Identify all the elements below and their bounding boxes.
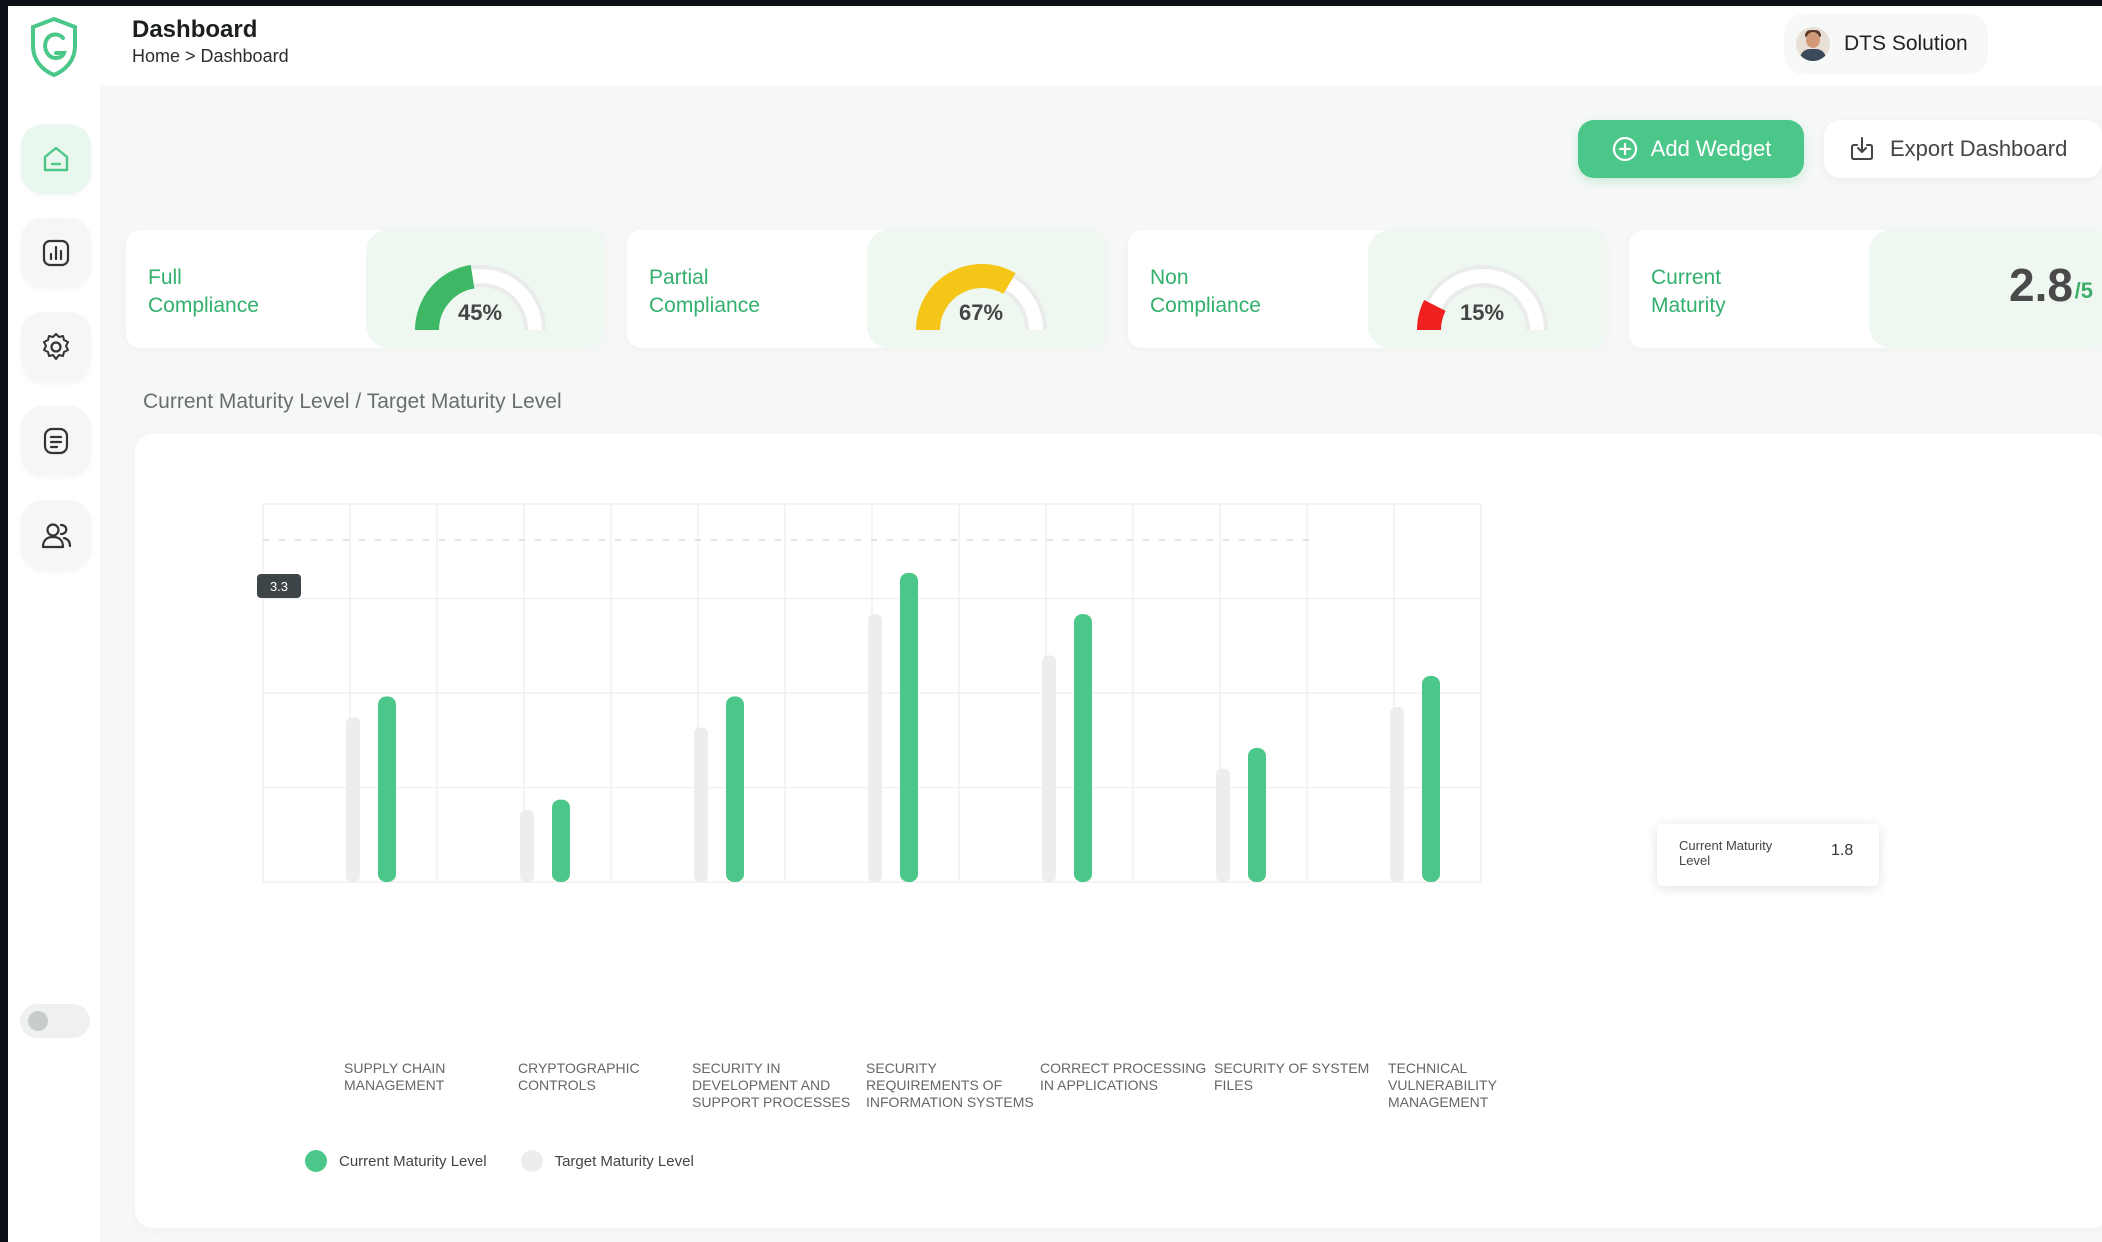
y-marker-label: 3.3	[257, 574, 301, 598]
x-axis-label: SUPPLY CHAIN MANAGEMENT	[344, 1060, 446, 1093]
gauge-value: 15%	[1460, 300, 1505, 325]
add-widget-label: Add Wedget	[1650, 136, 1772, 161]
app-window: Dashboard Home > Dashboard DTS Solution …	[8, 6, 2102, 1242]
current-maturity-card[interactable]: Current Maturity 2.8 /5	[1629, 230, 2102, 348]
plus-circle-icon	[1612, 136, 1637, 162]
legend-label-current: Current Maturity Level	[339, 1152, 487, 1170]
tooltip-value: 1.8	[1831, 842, 1854, 859]
chart-icon	[42, 239, 70, 267]
full-compliance-card[interactable]: Full Compliance 45%	[126, 230, 604, 348]
chart-legend: Current Maturity Level Target Maturity L…	[305, 1150, 714, 1172]
gauge-panel: 67%	[867, 230, 1105, 348]
legend-label-target: Target Maturity Level	[554, 1152, 694, 1170]
maturity-unit: /5	[2074, 278, 2093, 303]
x-axis-label: CORRECT PROCESSING IN APPLICATIONS	[1040, 1060, 1207, 1093]
gauge-value: 67%	[959, 300, 1004, 325]
maturity-chart-card: 3.3 SUPPLY CHAIN MANAGEMENT CRYPTOGRAPHIC…	[135, 434, 2102, 1228]
gauge-value: 45%	[458, 300, 503, 325]
document-icon	[43, 427, 69, 455]
user-name: DTS Solution	[1844, 32, 1968, 55]
home-icon	[43, 146, 69, 172]
card-label: Full Compliance	[148, 266, 259, 317]
card-label: Non Compliance	[1150, 266, 1261, 317]
add-widget-button[interactable]: Add Wedget	[1578, 120, 1804, 178]
header: Dashboard Home > Dashboard DTS Solution	[100, 6, 2102, 86]
card-label: Partial Compliance	[649, 266, 760, 317]
gear-icon	[43, 333, 69, 360]
toggle-knob	[28, 1011, 48, 1031]
bar-current[interactable]	[1422, 675, 1440, 882]
user-menu[interactable]: DTS Solution	[1784, 14, 1988, 74]
legend-item-target[interactable]: Target Maturity Level	[520, 1150, 694, 1172]
gauge-panel: 15%	[1368, 230, 1606, 348]
partial-compliance-card[interactable]: Partial Compliance 67%	[627, 230, 1105, 348]
x-axis-label: SECURITY REQUIREMENTS OF INFORMATION SYS…	[866, 1060, 1034, 1110]
breadcrumb[interactable]: Home > Dashboard	[132, 46, 289, 67]
sidebar	[8, 6, 100, 1242]
shield-logo-icon[interactable]	[28, 16, 80, 78]
legend-swatch-target	[520, 1150, 543, 1172]
x-axis-label: SECURITY IN DEVELOPMENT AND SUPPORT PROC…	[692, 1060, 851, 1110]
x-axis-label: SECURITY OF SYSTEM FILES	[1214, 1060, 1370, 1093]
avatar	[1796, 27, 1830, 61]
bar-target[interactable]	[868, 614, 882, 882]
sidebar-item-home[interactable]	[21, 124, 91, 194]
tooltip-label: Current Maturity Level	[1679, 838, 1773, 868]
bar-target[interactable]	[1216, 768, 1230, 882]
export-dashboard-label: Export Dashboard	[1890, 136, 2068, 161]
legend-swatch-current	[305, 1150, 327, 1172]
non-compliance-card[interactable]: Non Compliance 15%	[1128, 230, 1606, 348]
theme-toggle[interactable]	[20, 1004, 90, 1038]
export-dashboard-button[interactable]: Export Dashboard	[1824, 120, 2102, 178]
bar-current[interactable]	[1248, 748, 1266, 882]
gauge-panel: 45%	[366, 230, 604, 348]
x-axis-label: CRYPTOGRAPHIC CONTROLS	[518, 1060, 640, 1093]
sidebar-item-users[interactable]	[21, 500, 91, 570]
sidebar-item-reports[interactable]	[21, 218, 91, 288]
chart-tooltip: Current Maturity Level 1.8	[1657, 824, 1879, 886]
bar-target[interactable]	[520, 809, 534, 882]
chart-section-title: Current Maturity Level / Target Maturity…	[143, 390, 562, 413]
bar-target[interactable]	[694, 727, 708, 882]
sidebar-item-documents[interactable]	[21, 406, 91, 476]
page-title: Dashboard	[132, 16, 258, 43]
x-axis-label: TECHNICAL VULNERABILITY MANAGEMENT	[1388, 1060, 1497, 1110]
sidebar-item-settings[interactable]	[21, 312, 91, 382]
users-icon	[41, 523, 72, 549]
maturity-panel: 2.8 /5	[1869, 230, 2102, 348]
bar-target[interactable]	[1390, 706, 1404, 882]
download-icon	[1851, 137, 1873, 160]
bar-target[interactable]	[346, 717, 360, 882]
bar-current[interactable]	[378, 696, 396, 882]
bar-current[interactable]	[726, 696, 744, 882]
bar-current[interactable]	[900, 572, 918, 882]
bar-target[interactable]	[1042, 655, 1056, 882]
bar-current[interactable]	[552, 799, 570, 882]
card-label: Current Maturity	[1651, 266, 1726, 317]
bar-current[interactable]	[1074, 614, 1092, 882]
legend-item-current[interactable]: Current Maturity Level	[305, 1150, 487, 1172]
gauge-fill	[1417, 300, 1446, 331]
maturity-value: 2.8	[2009, 259, 2073, 311]
